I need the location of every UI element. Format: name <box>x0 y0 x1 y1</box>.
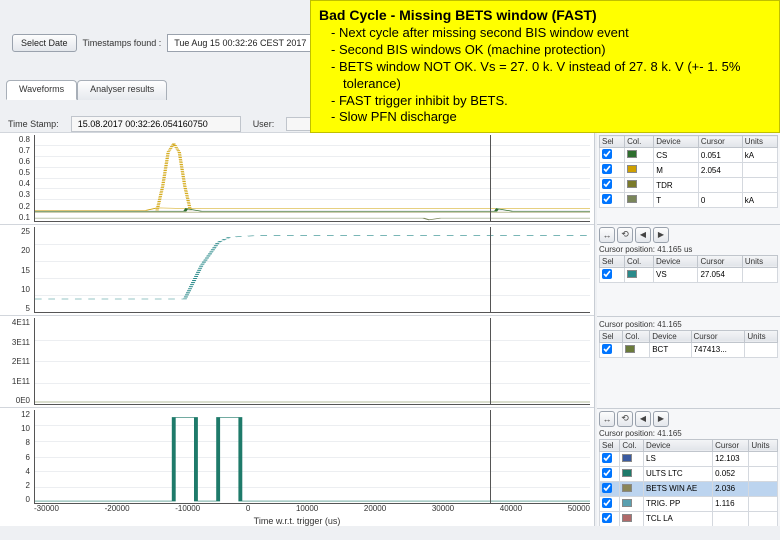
legend-checkbox[interactable] <box>602 194 612 204</box>
note-item: Second BIS windows OK (machine protectio… <box>331 42 771 59</box>
chart-4-yaxis: 1210 86 42 0 <box>0 408 32 506</box>
chart-4[interactable]: 1210 86 42 0 -30000-20000 -100000 100002… <box>0 407 594 526</box>
legend-pane-4: ↔ ⟲ ◀ ▶ Cursor position: 41.165 SelCol.D… <box>597 408 780 526</box>
next-icon[interactable]: ▶ <box>653 411 669 427</box>
legend-checkbox[interactable] <box>602 513 612 523</box>
x-axis-label: Time w.r.t. trigger (us) <box>0 516 594 526</box>
legend-row: TRIG. PP1.116 <box>600 496 778 511</box>
tool-icon[interactable]: ↔ <box>599 227 615 243</box>
legend-checkbox[interactable] <box>602 149 612 159</box>
legend-checkbox[interactable] <box>602 344 612 354</box>
legend-table-3[interactable]: SelCol.DeviceCursorUnits BCT747413... <box>599 330 778 358</box>
timestamps-found-label: Timestamps found : <box>83 38 162 48</box>
legend-row: LS12.103 <box>600 451 778 466</box>
tab-analyser-results[interactable]: Analyser results <box>77 80 167 100</box>
note-title: Bad Cycle - Missing BETS window (FAST) <box>319 7 771 23</box>
legend-row: CS0.051kA <box>600 148 778 163</box>
chart-2[interactable]: 2520 1510 5 <box>0 224 594 316</box>
annotation-note: Bad Cycle - Missing BETS window (FAST) N… <box>310 0 780 133</box>
legend-checkbox[interactable] <box>602 498 612 508</box>
legend-pane-2: ↔ ⟲ ◀ ▶ Cursor position: 41.165 us SelCo… <box>597 224 780 316</box>
legend-row: TCL LA <box>600 511 778 526</box>
chart-1-yaxis: 0.80.7 0.60.5 0.40.3 0.20.1 <box>0 133 32 224</box>
tool-icon[interactable]: ⟲ <box>617 227 633 243</box>
chart-3[interactable]: 4E113E11 2E111E11 0E0 <box>0 315 594 407</box>
legend-row: TDR <box>600 178 778 193</box>
legend-row: BCT747413... <box>600 342 778 357</box>
legend-row: T0kA <box>600 193 778 208</box>
tab-waveforms[interactable]: Waveforms <box>6 80 77 100</box>
prev-icon[interactable]: ◀ <box>635 411 651 427</box>
chart-2-yaxis: 2520 1510 5 <box>0 225 32 316</box>
legend-row: VS27.054 <box>600 267 778 282</box>
legend-checkbox[interactable] <box>602 483 612 493</box>
note-item: BETS window NOT OK. Vs = 27. 0 k. V inst… <box>331 59 771 93</box>
time-stamp-value: 15.08.2017 00:32:26.054160750 <box>71 116 241 132</box>
tool-icon[interactable]: ⟲ <box>617 411 633 427</box>
note-item: FAST trigger inhibit by BETS. <box>331 93 771 110</box>
chart-xaxis: -30000-20000 -100000 1000020000 30000400… <box>34 504 590 516</box>
tool-icon[interactable]: ↔ <box>599 411 615 427</box>
legend-checkbox[interactable] <box>602 179 612 189</box>
legend-table-1[interactable]: SelCol.DeviceCursorUnits CS0.051kA M2.05… <box>599 135 778 208</box>
legend-row: BETS WIN AE2.036 <box>600 481 778 496</box>
legend-table-4[interactable]: SelCol.DeviceCursorUnits LS12.103 ULTS L… <box>599 439 778 526</box>
legend-row: M2.054 <box>600 163 778 178</box>
legend-row: ULTS LTC0.052 <box>600 466 778 481</box>
chart-3-yaxis: 4E113E11 2E111E11 0E0 <box>0 316 32 407</box>
time-stamp-label: Time Stamp: <box>8 119 59 129</box>
user-label: User: <box>253 119 275 129</box>
prev-icon[interactable]: ◀ <box>635 227 651 243</box>
note-item: Next cycle after missing second BIS wind… <box>331 25 771 42</box>
chart-stack: 0.80.7 0.60.5 0.40.3 0.20.1 <box>0 132 595 526</box>
legend-pane-3: Cursor position: 41.165 SelCol.DeviceCur… <box>597 316 780 408</box>
chart-1[interactable]: 0.80.7 0.60.5 0.40.3 0.20.1 <box>0 132 594 224</box>
legend-checkbox[interactable] <box>602 453 612 463</box>
legend-checkbox[interactable] <box>602 164 612 174</box>
legend-table-2[interactable]: SelCol.DeviceCursorUnits VS27.054 <box>599 255 778 283</box>
note-item: Slow PFN discharge <box>331 109 771 126</box>
next-icon[interactable]: ▶ <box>653 227 669 243</box>
legend-checkbox[interactable] <box>602 269 612 279</box>
select-date-button[interactable]: Select Date <box>12 34 77 52</box>
legend-checkbox[interactable] <box>602 468 612 478</box>
legend-pane-1: SelCol.DeviceCursorUnits CS0.051kA M2.05… <box>597 132 780 224</box>
